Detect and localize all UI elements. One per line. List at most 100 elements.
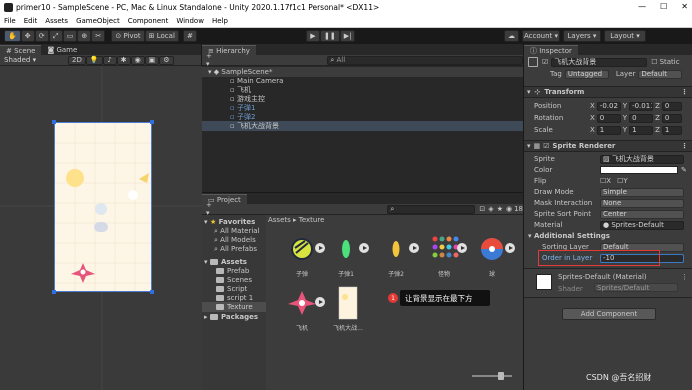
- step-button[interactable]: ▶|: [339, 30, 356, 42]
- asset-bullet[interactable]: 子弹: [282, 231, 325, 278]
- component-menu-icon[interactable]: ⋮: [681, 88, 688, 96]
- slider-handle[interactable]: [498, 372, 504, 380]
- pivot-toggle[interactable]: ⊙ Pivot: [111, 30, 145, 42]
- expand-sprite-button[interactable]: [359, 243, 369, 253]
- asset-ball[interactable]: 球: [472, 231, 515, 278]
- position-z[interactable]: 0: [661, 101, 682, 111]
- rotation-x[interactable]: 0: [596, 113, 621, 123]
- menu-gameobject[interactable]: GameObject: [76, 17, 120, 25]
- resize-handle-tl[interactable]: [52, 120, 56, 124]
- favorite-star-icon[interactable]: ★: [497, 205, 503, 213]
- active-checkbox[interactable]: ☑: [542, 58, 548, 66]
- menu-edit[interactable]: Edit: [24, 17, 38, 25]
- account-dropdown[interactable]: Account ▾: [522, 30, 560, 42]
- audio-toggle[interactable]: ♪: [102, 55, 117, 65]
- additional-settings-foldout[interactable]: ▾ Additional Settings: [524, 231, 692, 241]
- hierarchy-item-background[interactable]: ▫ 飞机大战背景: [202, 121, 523, 131]
- filter-label-icon[interactable]: ◈: [488, 205, 493, 213]
- play-button[interactable]: ▶: [306, 30, 320, 42]
- rotation-y[interactable]: 0: [629, 113, 654, 123]
- shader-dropdown[interactable]: Sprites/Default: [594, 283, 678, 292]
- collab-button[interactable]: ☁: [504, 30, 519, 42]
- gizmos-toggle[interactable]: ⚙: [159, 55, 174, 65]
- position-x[interactable]: -0.02: [596, 101, 621, 111]
- expand-sprite-button[interactable]: [409, 243, 419, 253]
- resize-handle-bl[interactable]: [52, 290, 56, 294]
- eyedropper-icon[interactable]: ✎: [681, 166, 687, 174]
- rect-tool-button[interactable]: ▭: [62, 30, 78, 42]
- maximize-button[interactable]: ☐: [660, 0, 667, 14]
- mask-interaction-dropdown[interactable]: None: [600, 198, 684, 208]
- hidden-packages-icon[interactable]: ◉: [506, 205, 512, 213]
- asset-monster[interactable]: 怪物: [424, 231, 467, 278]
- material-object-field[interactable]: ● Sprites-Default: [600, 220, 684, 230]
- position-y[interactable]: -0.0115: [629, 101, 654, 111]
- asset-bullet1[interactable]: 子弹1: [326, 231, 369, 278]
- scene-viewport[interactable]: [0, 66, 202, 390]
- add-object-button[interactable]: + ▾: [206, 52, 217, 68]
- grid-snap-button[interactable]: #: [182, 30, 197, 42]
- scene-camera-button[interactable]: ▣: [144, 55, 160, 65]
- menu-component[interactable]: Component: [128, 17, 169, 25]
- color-swatch[interactable]: [600, 166, 678, 174]
- project-search[interactable]: ⌕: [387, 204, 476, 214]
- breadcrumb-texture[interactable]: Texture: [299, 216, 325, 224]
- thumbnail-size-slider[interactable]: [472, 375, 512, 377]
- scale-x[interactable]: 1: [596, 125, 621, 135]
- sort-point-dropdown[interactable]: Center: [600, 209, 684, 219]
- draw-mode-dropdown[interactable]: Simple: [600, 187, 684, 197]
- transform-tool-button[interactable]: ⊕: [77, 30, 92, 42]
- asset-background[interactable]: 飞机大战...: [328, 285, 368, 332]
- filter-type-icon[interactable]: ⊡: [479, 205, 485, 213]
- component-enabled-checkbox[interactable]: ☑: [543, 142, 549, 150]
- component-menu-icon[interactable]: ⋮: [681, 273, 688, 281]
- add-component-button[interactable]: Add Component: [562, 308, 656, 320]
- move-tool-button[interactable]: ✥: [20, 30, 35, 42]
- resize-handle-tr[interactable]: [150, 120, 154, 124]
- effects-toggle[interactable]: ✱: [116, 55, 131, 65]
- expand-sprite-button[interactable]: [457, 243, 467, 253]
- object-name-field[interactable]: 飞机大战背景: [551, 57, 648, 67]
- menu-window[interactable]: Window: [176, 17, 204, 25]
- lighting-toggle[interactable]: 💡: [85, 55, 103, 65]
- custom-tool-button[interactable]: ✂: [91, 30, 106, 42]
- asset-plane[interactable]: 飞机: [282, 285, 325, 332]
- pause-button[interactable]: ❚❚: [320, 30, 340, 42]
- layout-dropdown[interactable]: Layout ▾: [604, 30, 646, 42]
- hand-tool-button[interactable]: ✋: [4, 30, 21, 42]
- rotate-tool-button[interactable]: ⟳: [34, 30, 49, 42]
- shading-mode-dropdown[interactable]: Shaded ▾: [2, 55, 54, 65]
- menu-assets[interactable]: Assets: [45, 17, 68, 25]
- static-checkbox[interactable]: ☐: [651, 58, 657, 66]
- breadcrumb-assets[interactable]: Assets: [268, 216, 291, 224]
- favorite-item[interactable]: ⌕ All Prefabs: [202, 244, 266, 254]
- scale-y[interactable]: 1: [629, 125, 654, 135]
- hidden-objects-toggle[interactable]: ◉: [130, 55, 145, 65]
- tab-game[interactable]: ◙ Game: [41, 45, 84, 55]
- resize-handle-br[interactable]: [150, 290, 154, 294]
- tag-dropdown[interactable]: Untagged: [564, 69, 609, 79]
- packages-header[interactable]: ▸ Packages: [202, 312, 266, 322]
- transform-header[interactable]: ▾ ⊹ Transform ⋮: [524, 86, 692, 98]
- plane-sprite[interactable]: [70, 262, 96, 284]
- tab-inspector[interactable]: ⓘ Inspector: [524, 45, 578, 55]
- expand-sprite-button[interactable]: [315, 243, 325, 253]
- layer-dropdown[interactable]: Default: [638, 69, 683, 79]
- minimize-button[interactable]: —: [638, 0, 646, 14]
- rotation-z[interactable]: 0: [661, 113, 682, 123]
- close-button[interactable]: ✕: [681, 0, 688, 14]
- menu-file[interactable]: File: [4, 17, 16, 25]
- local-toggle[interactable]: ⊞ Local: [144, 30, 179, 42]
- tab-scene[interactable]: # Scene: [0, 45, 42, 55]
- folder-item-texture[interactable]: Texture: [202, 302, 266, 312]
- scale-tool-button[interactable]: ⤢: [48, 30, 63, 42]
- expand-sprite-button[interactable]: [315, 297, 325, 307]
- background-sprite[interactable]: [54, 122, 152, 292]
- layers-dropdown[interactable]: Layers ▾: [563, 30, 601, 42]
- asset-bullet2[interactable]: 子弹2: [376, 231, 419, 278]
- menu-help[interactable]: Help: [212, 17, 228, 25]
- scale-z[interactable]: 1: [661, 125, 682, 135]
- hierarchy-search[interactable]: ⌕ All: [327, 55, 523, 65]
- component-menu-icon[interactable]: ⋮: [681, 142, 688, 150]
- 2d-mode-toggle[interactable]: 2D: [68, 55, 86, 65]
